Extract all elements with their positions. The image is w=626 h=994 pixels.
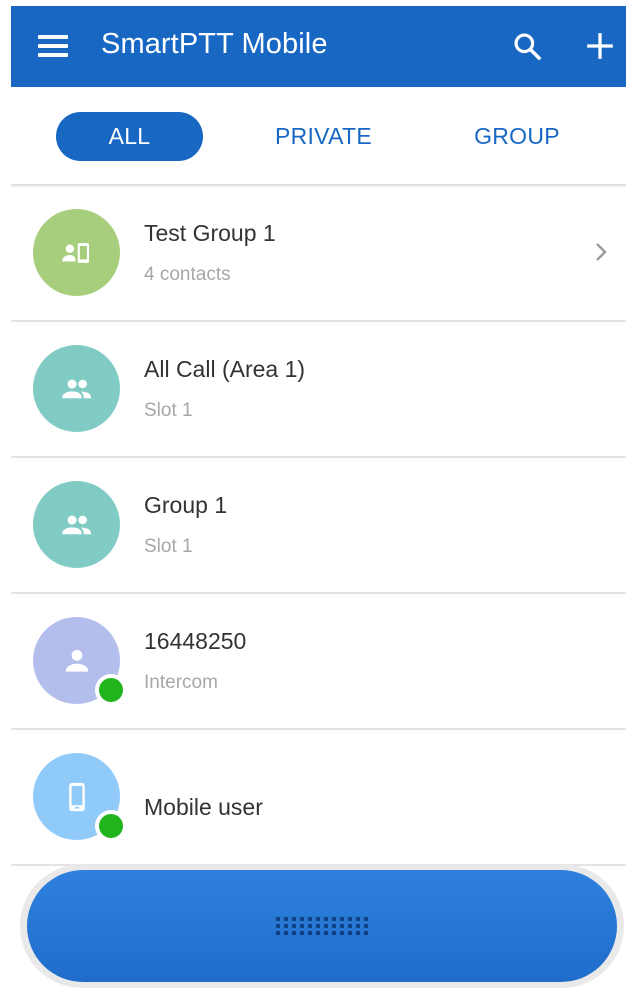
grip-dot — [364, 917, 368, 921]
contact-list: Test Group 1 4 contacts All Call (Area 1… — [11, 186, 626, 866]
grip-dots-icon — [276, 917, 368, 935]
grip-dot — [292, 917, 296, 921]
people-icon — [61, 515, 91, 534]
chevron-right-icon[interactable] — [594, 241, 608, 263]
grip-dot — [316, 924, 320, 928]
contact-subtitle: 4 contacts — [144, 264, 231, 285]
app-screen: SmartPTT Mobile ALL PRIVATE GROUP Test G… — [0, 0, 626, 994]
grip-dot — [308, 931, 312, 935]
grip-dot — [340, 924, 344, 928]
grip-dot — [356, 924, 360, 928]
grip-dot — [324, 924, 328, 928]
grip-dot — [276, 917, 280, 921]
tab-private[interactable]: PRIVATE — [246, 112, 401, 161]
contact-name: Group 1 — [144, 492, 228, 518]
grip-dot — [332, 924, 336, 928]
grip-dot — [316, 917, 320, 921]
tab-all[interactable]: ALL — [56, 112, 203, 161]
group-mixed-icon — [61, 242, 89, 263]
filter-tabs: ALL PRIVATE GROUP — [11, 87, 626, 185]
push-to-talk-button[interactable] — [27, 870, 617, 982]
tab-group[interactable]: GROUP — [441, 112, 593, 161]
search-icon[interactable] — [511, 30, 543, 62]
contact-name: All Call (Area 1) — [144, 356, 306, 382]
mobile-phone-icon — [68, 782, 85, 811]
contact-subtitle: Slot 1 — [144, 536, 193, 557]
app-bar: SmartPTT Mobile — [11, 6, 626, 87]
list-item[interactable]: 16448250 Intercom — [11, 594, 626, 730]
grip-dot — [356, 931, 360, 935]
grip-dot — [276, 931, 280, 935]
grip-dot — [300, 924, 304, 928]
hamburger-menu-icon[interactable] — [38, 35, 68, 57]
grip-dot — [284, 917, 288, 921]
grip-dot — [348, 931, 352, 935]
grip-dot — [324, 931, 328, 935]
grip-dot — [324, 917, 328, 921]
grip-dot — [316, 931, 320, 935]
list-item[interactable]: All Call (Area 1) Slot 1 — [11, 322, 626, 458]
plus-icon[interactable] — [586, 32, 614, 60]
ptt-button-frame — [20, 864, 624, 988]
grip-dot — [292, 931, 296, 935]
grip-dot — [364, 931, 368, 935]
person-icon — [65, 649, 88, 672]
grip-dot — [356, 917, 360, 921]
grip-dot — [348, 924, 352, 928]
avatar — [33, 209, 120, 296]
grip-dot — [300, 931, 304, 935]
contact-name: 16448250 — [144, 628, 247, 654]
grip-dot — [340, 917, 344, 921]
people-icon — [61, 379, 91, 398]
avatar — [33, 481, 120, 568]
grip-dot — [348, 917, 352, 921]
grip-dot — [332, 931, 336, 935]
grip-dot — [364, 924, 368, 928]
grip-dot — [292, 924, 296, 928]
list-item[interactable]: Group 1 Slot 1 — [11, 458, 626, 594]
online-status-badge — [95, 674, 127, 706]
grip-dot — [308, 917, 312, 921]
grip-dot — [308, 924, 312, 928]
app-title: SmartPTT Mobile — [101, 28, 328, 60]
grip-dot — [332, 917, 336, 921]
grip-dot — [284, 931, 288, 935]
contact-name: Test Group 1 — [144, 220, 276, 246]
contact-subtitle: Intercom — [144, 672, 218, 693]
contact-name: Mobile user — [144, 794, 263, 820]
list-item[interactable]: Mobile user — [11, 730, 626, 866]
list-item[interactable]: Test Group 1 4 contacts — [11, 186, 626, 322]
avatar — [33, 345, 120, 432]
online-status-badge — [95, 810, 127, 842]
contact-subtitle: Slot 1 — [144, 400, 193, 421]
grip-dot — [284, 924, 288, 928]
grip-dot — [300, 917, 304, 921]
grip-dot — [276, 924, 280, 928]
grip-dot — [340, 931, 344, 935]
